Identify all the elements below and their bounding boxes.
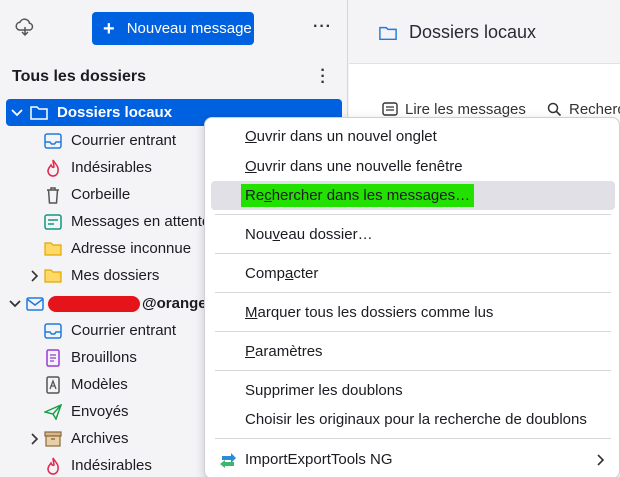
folder-header: Dossiers locaux [349, 0, 620, 64]
folder-icon [44, 240, 62, 258]
menu-label: Supprimer les doublons [245, 382, 403, 399]
menu-item-open-new-window[interactable]: Ouvrir dans une nouvelle fenêtre [211, 152, 615, 181]
redacted-account-name [48, 295, 140, 312]
folder-label: Courrier entrant [71, 132, 177, 149]
menu-label: Choisir les originaux pour la recherche … [245, 411, 587, 428]
folder-label: Brouillons [71, 349, 137, 366]
menu-separator [215, 438, 611, 439]
plus-icon: + [103, 17, 115, 40]
folder-label: Indésirables [71, 457, 152, 474]
menu-item-compact[interactable]: Compacter [211, 259, 615, 288]
outbox-icon [44, 213, 62, 231]
inbox-icon [44, 322, 62, 340]
folder-pane-title: Tous les dossiers [12, 68, 146, 85]
menu-label: Ouvrir dans un nouvel onglet [245, 128, 437, 145]
folder-label: Dossiers locaux [57, 104, 173, 121]
sent-icon [44, 403, 62, 421]
cloud-sync-icon[interactable] [14, 18, 36, 38]
folder-title-label: Dossiers locaux [409, 22, 537, 42]
menu-label: Compacter [245, 265, 319, 282]
folder-label: Archives [71, 430, 129, 447]
folder-pane-menu-icon[interactable]: · · · [318, 63, 328, 91]
menu-item-mark-all-read[interactable]: Marquer tous les dossiers comme lus [211, 298, 615, 327]
archive-icon [44, 430, 62, 448]
chevron-right-icon [597, 453, 605, 470]
chevron-right-icon[interactable] [28, 269, 42, 283]
folder-label: Indésirables [71, 159, 152, 176]
folder-label: Adresse inconnue [71, 240, 192, 257]
menu-separator [215, 370, 611, 371]
read-messages-button[interactable]: Lire les messages [381, 100, 526, 118]
menu-item-choose-originals[interactable]: Choisir les originaux pour la recherche … [211, 405, 615, 434]
templates-icon [44, 375, 62, 394]
search-messages-button[interactable]: Recherch [545, 100, 620, 118]
menu-label: Ouvrir dans une nouvelle fenêtre [245, 158, 463, 175]
junk-flame-icon [44, 457, 62, 475]
junk-flame-icon [44, 159, 62, 177]
folder-label: Modèles [71, 376, 128, 393]
search-icon [545, 100, 563, 118]
menu-label: ImportExportTools NG [245, 451, 393, 468]
menu-label: Nouveau dossier… [245, 226, 373, 243]
menu-item-remove-duplicates[interactable]: Supprimer les doublons [211, 376, 615, 405]
folder-label: Messages en attente [71, 213, 211, 230]
menu-separator [215, 331, 611, 332]
read-messages-label: Lire les messages [405, 100, 526, 118]
folder-label: Mes dossiers [71, 267, 160, 284]
folder-title: Dossiers locaux [379, 22, 536, 43]
trash-icon [44, 186, 62, 204]
folder-icon [44, 267, 62, 285]
chevron-right-icon[interactable] [28, 432, 42, 446]
import-export-addon-icon [219, 451, 237, 469]
menu-item-open-new-tab[interactable]: Ouvrir dans un nouvel onglet [211, 122, 615, 151]
drafts-icon [44, 348, 62, 367]
folder-label: Envoyés [71, 403, 129, 420]
read-messages-icon [381, 100, 399, 118]
mail-account-icon [26, 295, 44, 313]
new-message-label: Nouveau message [126, 20, 252, 37]
chevron-down-icon[interactable] [8, 297, 22, 311]
menu-item-settings[interactable]: Paramètres [211, 337, 615, 366]
folder-label: Corbeille [71, 186, 131, 203]
menu-separator [215, 214, 611, 215]
chevron-down-icon[interactable] [10, 106, 24, 120]
menu-label: Rechercher dans les messages… [241, 184, 475, 207]
folder-context-menu: Ouvrir dans un nouvel onglet Ouvrir dans… [204, 117, 620, 477]
more-options-icon[interactable]: ··· [313, 18, 332, 36]
menu-separator [215, 253, 611, 254]
menu-item-search-messages[interactable]: Rechercher dans les messages… [211, 181, 615, 210]
search-label: Recherch [569, 100, 620, 118]
menu-label: Marquer tous les dossiers comme lus [245, 304, 494, 321]
menu-item-new-folder[interactable]: Nouveau dossier… [211, 220, 615, 249]
menu-separator [215, 292, 611, 293]
menu-item-import-export-tools[interactable]: ImportExportTools NG [211, 445, 615, 474]
menu-label: Paramètres [245, 343, 323, 360]
folder-icon [30, 104, 48, 122]
new-message-button[interactable]: + Nouveau message [92, 12, 254, 45]
folder-label: Courrier entrant [71, 322, 177, 339]
inbox-icon [44, 132, 62, 150]
folder-icon [379, 24, 397, 42]
